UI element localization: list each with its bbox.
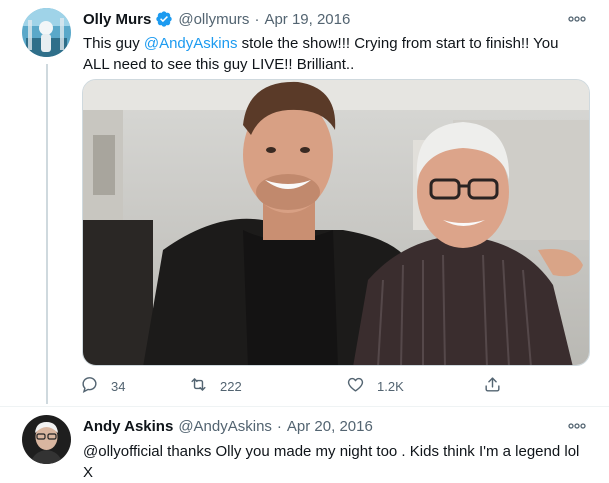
reply-author-name[interactable]: Andy Askins bbox=[83, 418, 173, 435]
reply-icon bbox=[80, 375, 99, 397]
reply-text: @ollyofficial thanks Olly you made my ni… bbox=[83, 443, 580, 481]
author-handle[interactable]: @ollymurs bbox=[178, 11, 249, 28]
tweet-actions: 34 222 1.2K bbox=[80, 374, 520, 398]
like-button[interactable]: 1.2K bbox=[346, 374, 404, 398]
share-button[interactable] bbox=[483, 374, 502, 398]
tweet-date[interactable]: Apr 19, 2016 bbox=[264, 11, 350, 28]
retweet-count: 222 bbox=[220, 378, 242, 394]
header-separator: · bbox=[254, 10, 260, 28]
tweet-divider bbox=[0, 406, 609, 407]
retweet-icon bbox=[189, 375, 208, 397]
tweet-text: This guy @AndyAskins stole the show!!! C… bbox=[83, 33, 583, 75]
tweet-photo[interactable] bbox=[82, 79, 590, 366]
more-icon[interactable] bbox=[567, 13, 587, 25]
tweet-text-before: This guy bbox=[83, 35, 144, 52]
reply-header-separator: · bbox=[276, 417, 282, 435]
heart-icon bbox=[346, 375, 365, 397]
author-avatar[interactable] bbox=[22, 8, 71, 57]
tweet-thread: Olly Murs @ollymurs · Apr 19, 2016 This … bbox=[0, 0, 609, 483]
mention-link[interactable]: @AndyAskins bbox=[144, 35, 238, 52]
author-name[interactable]: Olly Murs bbox=[83, 11, 151, 28]
reply-date[interactable]: Apr 20, 2016 bbox=[287, 418, 373, 435]
retweet-button[interactable]: 222 bbox=[189, 374, 242, 398]
tweet-header: Olly Murs @ollymurs · Apr 19, 2016 bbox=[83, 9, 350, 29]
share-icon bbox=[483, 375, 502, 397]
verified-badge-icon bbox=[155, 10, 173, 28]
reply-header: Andy Askins @AndyAskins · Apr 20, 2016 bbox=[83, 416, 373, 436]
more-icon[interactable] bbox=[567, 420, 587, 432]
like-count: 1.2K bbox=[377, 378, 404, 394]
reply-button[interactable]: 34 bbox=[80, 374, 125, 398]
reply-author-avatar[interactable] bbox=[22, 415, 71, 464]
reply-author-handle[interactable]: @AndyAskins bbox=[178, 418, 272, 435]
reply-count: 34 bbox=[111, 378, 126, 394]
thread-connector-line bbox=[46, 64, 48, 404]
